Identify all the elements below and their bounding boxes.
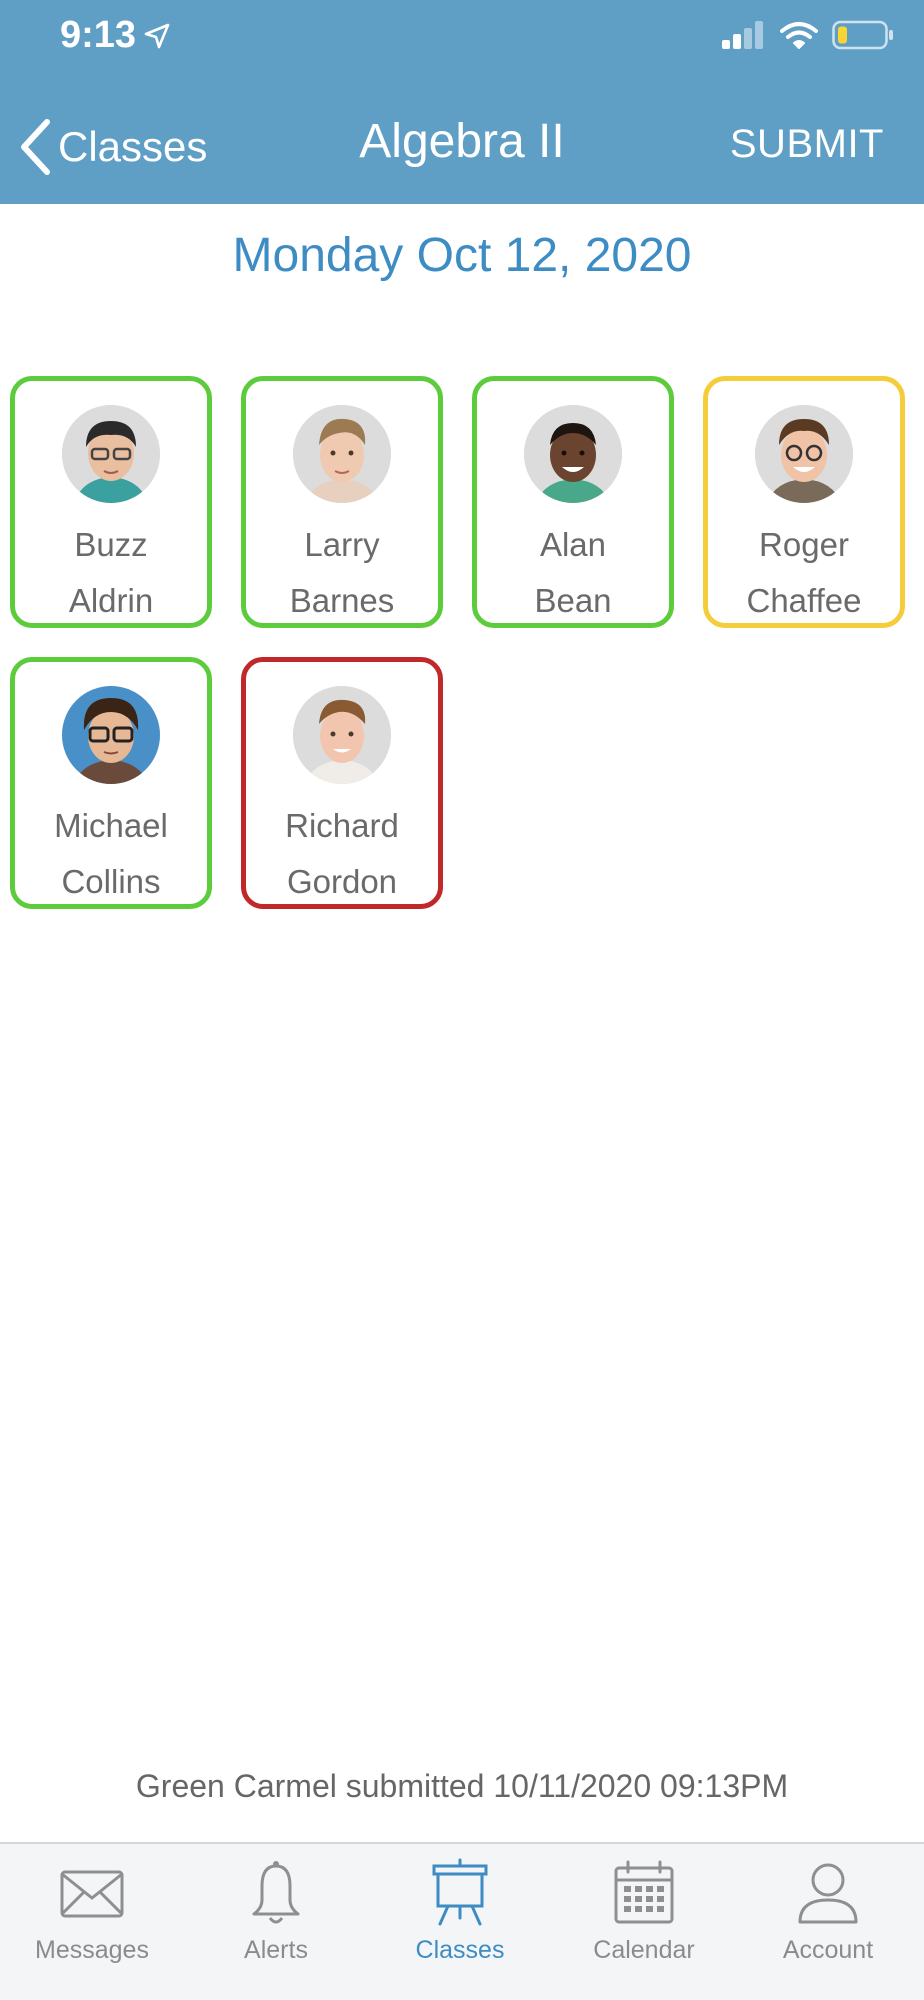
page-title: Algebra II bbox=[359, 115, 565, 168]
student-first-name: Roger bbox=[759, 526, 849, 563]
student-name: Richard Gordon bbox=[246, 798, 438, 910]
student-card[interactable]: Alan Bean bbox=[472, 376, 674, 628]
battery-icon bbox=[832, 20, 893, 50]
student-card[interactable]: Roger Chaffee bbox=[703, 376, 905, 628]
student-last-name: Aldrin bbox=[68, 582, 154, 619]
student-last-name: Collins bbox=[61, 863, 161, 900]
status-time-text: 9:13 bbox=[60, 14, 137, 56]
submit-button[interactable]: SUBMIT bbox=[730, 122, 884, 167]
student-name: Michael Collins bbox=[15, 798, 207, 910]
student-name: Buzz Aldrin bbox=[15, 517, 207, 629]
tab-messages[interactable]: Messages bbox=[0, 1858, 184, 1965]
user-icon bbox=[798, 1863, 858, 1924]
wifi-icon bbox=[780, 22, 818, 49]
location-arrow-icon bbox=[144, 23, 170, 48]
tab-label: Messages bbox=[35, 1936, 149, 1964]
student-last-name: Chaffee bbox=[746, 582, 862, 619]
cellular-signal-icon bbox=[722, 21, 763, 49]
tab-bar: Messages Alerts Classes Calendar Account bbox=[0, 1842, 924, 2000]
avatar bbox=[62, 405, 160, 503]
student-name: Larry Barnes bbox=[246, 517, 438, 629]
avatar bbox=[524, 405, 622, 503]
student-first-name: Buzz bbox=[74, 526, 148, 563]
envelope-icon bbox=[60, 1870, 124, 1918]
back-label: Classes bbox=[58, 123, 208, 170]
student-first-name: Alan bbox=[539, 526, 607, 563]
avatar bbox=[62, 686, 160, 784]
student-grid: Buzz Aldrin Larry Barnes Alan Bean Roger… bbox=[0, 376, 924, 916]
student-first-name: Larry bbox=[304, 526, 380, 563]
back-button[interactable]: Classes bbox=[18, 118, 207, 176]
date-heading: Monday Oct 12, 2020 bbox=[232, 229, 692, 282]
student-card[interactable]: Buzz Aldrin bbox=[10, 376, 212, 628]
tab-label: Classes bbox=[415, 1936, 505, 1964]
bell-icon bbox=[252, 1861, 300, 1924]
student-card[interactable]: Michael Collins bbox=[10, 657, 212, 909]
tab-classes[interactable]: Classes bbox=[368, 1858, 552, 1965]
tab-label: Account bbox=[782, 1936, 874, 1964]
tab-account[interactable]: Account bbox=[736, 1858, 920, 1965]
app-header: 9:13 Classes Algebra II SUBMIT bbox=[0, 0, 924, 204]
chevron-left-icon bbox=[21, 119, 50, 175]
tab-label: Calendar bbox=[593, 1936, 695, 1964]
status-time: 9:13 bbox=[60, 14, 170, 57]
student-last-name: Gordon bbox=[286, 863, 398, 900]
avatar bbox=[755, 405, 853, 503]
calendar-icon bbox=[614, 1860, 674, 1924]
submission-note: Green Carmel submitted 10/11/2020 09:13P… bbox=[135, 1768, 789, 1804]
student-card[interactable]: Richard Gordon bbox=[241, 657, 443, 909]
student-name: Alan Bean bbox=[477, 517, 669, 629]
student-last-name: Barnes bbox=[289, 582, 395, 619]
student-first-name: Michael bbox=[54, 807, 168, 844]
student-last-name: Bean bbox=[534, 582, 612, 619]
tab-alerts[interactable]: Alerts bbox=[184, 1858, 368, 1965]
tab-calendar[interactable]: Calendar bbox=[552, 1858, 736, 1965]
student-card[interactable]: Larry Barnes bbox=[241, 376, 443, 628]
tab-label: Alerts bbox=[244, 1936, 308, 1964]
avatar bbox=[293, 405, 391, 503]
student-first-name: Richard bbox=[285, 807, 399, 844]
status-indicators bbox=[722, 20, 894, 50]
student-name: Roger Chaffee bbox=[708, 517, 900, 629]
easel-icon bbox=[432, 1858, 488, 1926]
avatar bbox=[293, 686, 391, 784]
